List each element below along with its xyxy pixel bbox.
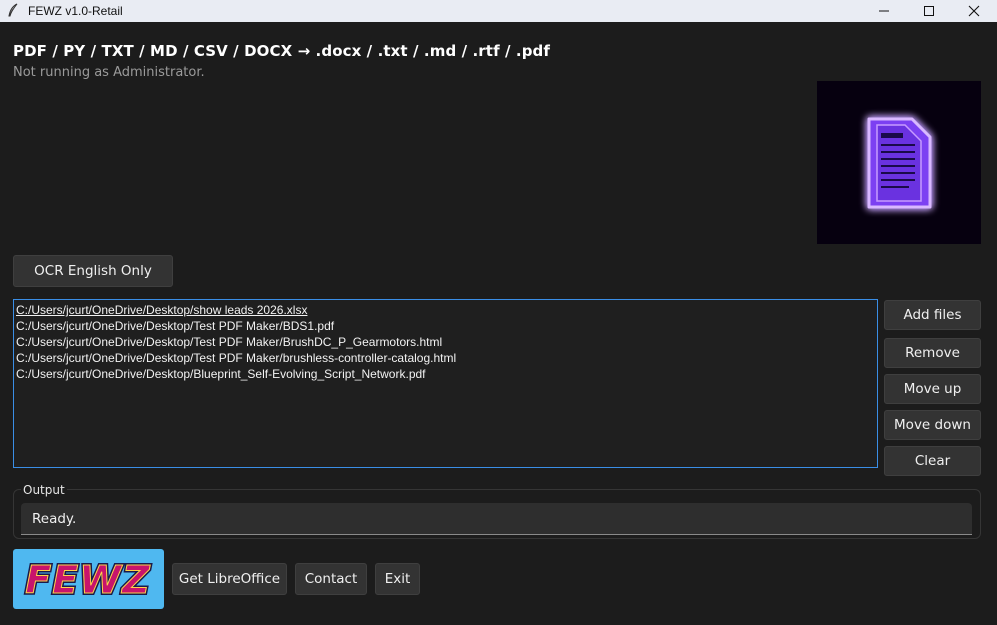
add-files-button[interactable]: Add files [884, 300, 981, 330]
close-icon [968, 5, 980, 17]
remove-button[interactable]: Remove [884, 338, 981, 368]
list-item[interactable]: C:/Users/jcurt/OneDrive/Desktop/Blueprin… [16, 366, 875, 382]
close-button[interactable] [951, 0, 997, 22]
title-bar: FEWZ v1.0-Retail [0, 0, 997, 22]
list-item[interactable]: C:/Users/jcurt/OneDrive/Desktop/show lea… [16, 302, 875, 318]
maximize-icon [924, 6, 934, 16]
clear-button[interactable]: Clear [884, 446, 981, 476]
fewz-brand-logo: FEWZ FEWZ [13, 549, 164, 609]
list-item[interactable]: C:/Users/jcurt/OneDrive/Desktop/Test PDF… [16, 318, 875, 334]
minimize-button[interactable] [861, 0, 907, 22]
list-item[interactable]: C:/Users/jcurt/OneDrive/Desktop/Test PDF… [16, 350, 875, 366]
page-title: PDF / PY / TXT / MD / CSV / DOCX → .docx… [13, 42, 551, 60]
feather-icon [7, 3, 19, 20]
file-list[interactable]: C:/Users/jcurt/OneDrive/Desktop/show lea… [13, 299, 878, 468]
brand-text-outline: FEWZ [25, 558, 151, 602]
document-icon [867, 117, 932, 209]
exit-button[interactable]: Exit [375, 563, 420, 595]
move-down-button[interactable]: Move down [884, 410, 981, 440]
ocr-english-only-button[interactable]: OCR English Only [13, 255, 173, 287]
admin-status-text: Not running as Administrator. [13, 65, 205, 80]
app-logo [817, 81, 981, 244]
contact-button[interactable]: Contact [295, 563, 367, 595]
output-status-field[interactable]: Ready. [21, 503, 972, 535]
minimize-icon [879, 10, 889, 12]
output-label: Output [21, 483, 67, 497]
list-item[interactable]: C:/Users/jcurt/OneDrive/Desktop/Test PDF… [16, 334, 875, 350]
window-title: FEWZ v1.0-Retail [28, 4, 123, 18]
maximize-button[interactable] [906, 0, 952, 22]
move-up-button[interactable]: Move up [884, 374, 981, 404]
get-libreoffice-button[interactable]: Get LibreOffice [172, 563, 287, 595]
